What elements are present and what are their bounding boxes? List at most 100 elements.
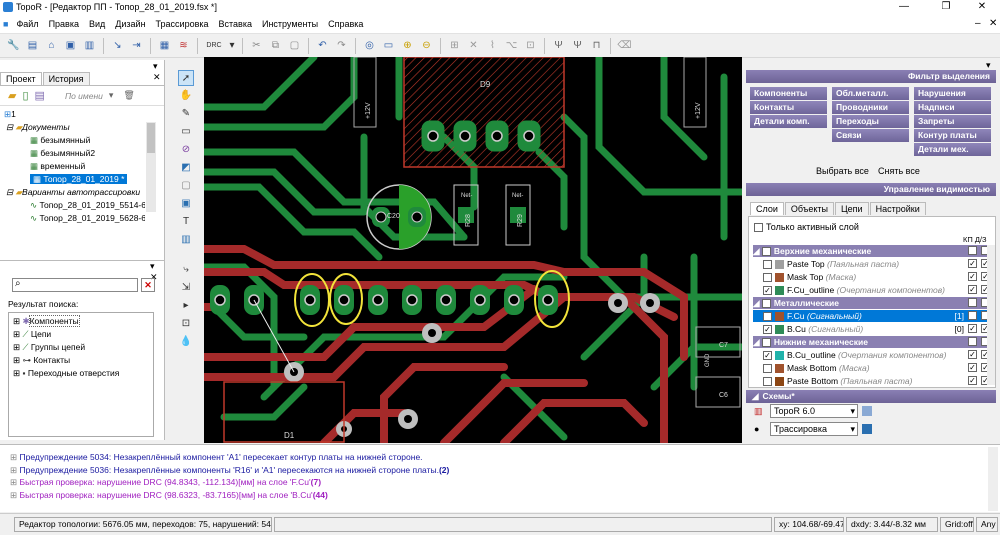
result-pins[interactable]: ⊞ ⊶ Контакты [13, 354, 149, 367]
select-all-button[interactable]: Выбрать все [816, 166, 869, 176]
route-manual-icon[interactable]: ⤷ [178, 262, 194, 278]
probe2-icon[interactable]: Ψ [569, 37, 586, 54]
panel-pin-icon[interactable]: ▾ ✕ [153, 61, 164, 83]
tree-folder-variants[interactable]: ⊟ ▰Варианты автотрассировки [0, 186, 145, 199]
tree-variant-1[interactable]: ∿ Топор_28_01_2019_5514-61 [0, 199, 145, 212]
menu-insert[interactable]: Вставка [214, 19, 257, 29]
layer-color-swatch[interactable] [775, 377, 784, 387]
result-nets[interactable]: ⊞ ⟋ Цепи [13, 328, 149, 341]
layer-kp-checkbox[interactable]: ✓ [968, 376, 977, 385]
scheme-select-2[interactable]: Трассировка ▾ [770, 422, 858, 436]
scheme-save2-icon[interactable] [862, 424, 872, 434]
layer-group-row[interactable]: ◢ ✓ Верхние механические ✓ ✓ [753, 245, 994, 257]
checkbox[interactable]: ✓ [763, 351, 772, 361]
tab-project[interactable]: Проект [0, 72, 42, 85]
result-components[interactable]: ⊞ ✱Компоненты [13, 315, 149, 328]
filter-mech-details[interactable]: Детали мех. [914, 143, 991, 156]
lock-icon[interactable]: ⊞ [446, 37, 463, 54]
filter-vias[interactable]: Переходы [832, 115, 909, 128]
checkbox[interactable] [763, 273, 772, 283]
layer-kp-checkbox[interactable]: ✓ [968, 363, 977, 372]
filter-copper-areas[interactable]: Обл.металл. [832, 87, 909, 100]
pencil-icon[interactable]: ✎ [178, 106, 194, 122]
select-arrow-icon[interactable]: ➚ [178, 70, 194, 86]
copy-icon[interactable]: ⧉ [267, 37, 284, 54]
layer-kp-checkbox[interactable]: ✓ [968, 324, 977, 333]
menu-design[interactable]: Дизайн [110, 19, 150, 29]
drc-label[interactable]: DRC [203, 37, 225, 54]
tree-doc-4-selected[interactable]: ▦ Топор_28_01_2019 * [0, 173, 145, 186]
export-icon[interactable]: ⇥ [128, 37, 145, 54]
zoom-fit-icon[interactable]: ◎ [361, 37, 378, 54]
menu-view[interactable]: Вид [84, 19, 110, 29]
measure-ruler-icon[interactable]: ⊡ [178, 316, 194, 332]
checkbox[interactable]: ✓ [763, 312, 772, 322]
layer-kp-checkbox[interactable]: ✓ [968, 259, 977, 268]
scheme-select-1[interactable]: TopoR 6.0 ▾ [770, 404, 858, 418]
save-icon[interactable]: ▣ [62, 37, 79, 54]
app-menu-icon[interactable]: ■ [0, 19, 11, 29]
checkbox[interactable]: ✓ [761, 299, 771, 309]
grid-toggle[interactable]: Grid:off [940, 517, 974, 532]
layer-color-swatch[interactable] [775, 364, 784, 374]
checkbox[interactable]: ✓ [763, 286, 772, 296]
pan-hand-icon[interactable]: ✋ [178, 88, 194, 104]
filter-components[interactable]: Компоненты [750, 87, 827, 100]
filter-board-outline[interactable]: Контур платы [914, 129, 991, 142]
filter-violations[interactable]: Нарушения [914, 87, 991, 100]
new-doc-icon[interactable]: ▯ [22, 89, 28, 102]
layer-row[interactable]: ✓ F.Cu (Сигнальный) [1] ✓ ✓ [753, 310, 994, 322]
layer-scrollbar[interactable] [987, 245, 995, 385]
layer-group-row[interactable]: ◢ ✓ Металлические ✓ ✓ [753, 297, 994, 309]
text-icon[interactable]: T [178, 214, 194, 230]
delete-x-icon[interactable]: ✕ [465, 37, 482, 54]
layer-color-swatch[interactable] [775, 325, 784, 335]
layer-row[interactable]: Mask Top (Маска) ✓ ✓ [753, 271, 994, 283]
wrench-icon[interactable]: 🔧 [5, 37, 22, 54]
route-icon[interactable]: ≋ [175, 37, 192, 54]
result-net-groups[interactable]: ⊞ ⟋ Группы цепей [13, 341, 149, 354]
tree-doc-3[interactable]: ▦ временный [0, 160, 145, 173]
route-tool-icon[interactable]: ⌇ [484, 37, 501, 54]
layer-kp-checkbox[interactable]: ✓ [968, 285, 977, 294]
layer-row[interactable]: ✓ F.Cu_outline (Очертания компонентов) ✓ ✓ [753, 284, 994, 296]
filter-connections[interactable]: Связи [832, 129, 909, 142]
board-icon[interactable]: ▦ [156, 37, 173, 54]
cut-icon[interactable]: ✂ [248, 37, 265, 54]
layer-color-swatch[interactable] [775, 286, 784, 296]
layer-kp-checkbox[interactable]: ✓ [968, 272, 977, 281]
tree-doc-1[interactable]: ▦ безымянный [0, 134, 145, 147]
filter-component-details[interactable]: Детали комп. [750, 115, 827, 128]
tab-objects[interactable]: Объекты [784, 202, 835, 215]
tree-folder-documents[interactable]: ⊟ ▰Документы [0, 121, 145, 134]
redo-icon[interactable]: ↷ [333, 37, 350, 54]
layer-kp-checkbox[interactable]: ✓ [968, 311, 977, 320]
checkbox[interactable] [763, 377, 772, 387]
layer-row[interactable]: Paste Bottom (Паяльная паста) ✓ ✓ [753, 375, 994, 387]
maximize-button[interactable]: ❐ [930, 0, 962, 14]
filter-pins[interactable]: Контакты [750, 101, 827, 114]
layer-group-row[interactable]: ◢ ✓ Нижние механические ✓ ✓ [753, 336, 994, 348]
cutout-icon[interactable]: ▢ [178, 178, 194, 194]
tab-layers[interactable]: Слои [750, 202, 784, 215]
checkbox[interactable]: ✓ [763, 325, 772, 335]
message-row[interactable]: ⊞ Быстрая проверка: нарушение DRC (94.83… [0, 476, 1000, 489]
layer-kp-checkbox[interactable]: ✓ [968, 298, 977, 307]
chart-bars-icon[interactable]: ▥ [178, 232, 194, 248]
tree-scrollbar[interactable] [146, 122, 156, 212]
sort-by-name[interactable]: По имени [65, 91, 103, 101]
tab-settings[interactable]: Настройки [869, 202, 926, 215]
layer-color-swatch[interactable] [775, 260, 784, 270]
filter-keepouts[interactable]: Запреты [914, 115, 991, 128]
pcb-canvas[interactable]: D9 +12V +12V C20 R28 Net- R29 Net- D1 C7… [204, 57, 742, 443]
pcb-drawing[interactable]: D9 +12V +12V C20 R28 Net- R29 Net- D1 C7… [204, 57, 742, 443]
checkbox[interactable] [763, 364, 772, 374]
search-box[interactable]: ⌕ [12, 278, 138, 292]
result-vias[interactable]: ⊞ ▪ Переходные отверстия [13, 367, 149, 380]
move-icon[interactable]: ▸ [178, 298, 194, 314]
any-toggle[interactable]: Any [976, 517, 998, 532]
drop-icon[interactable]: 💧 [178, 334, 194, 350]
open-icon[interactable]: ⌂ [43, 37, 60, 54]
only-active-layer-checkbox[interactable]: Только активный слой [754, 222, 859, 233]
message-row[interactable]: ⊞ Предупреждение 5036: Незакреплённые ко… [0, 464, 1000, 477]
